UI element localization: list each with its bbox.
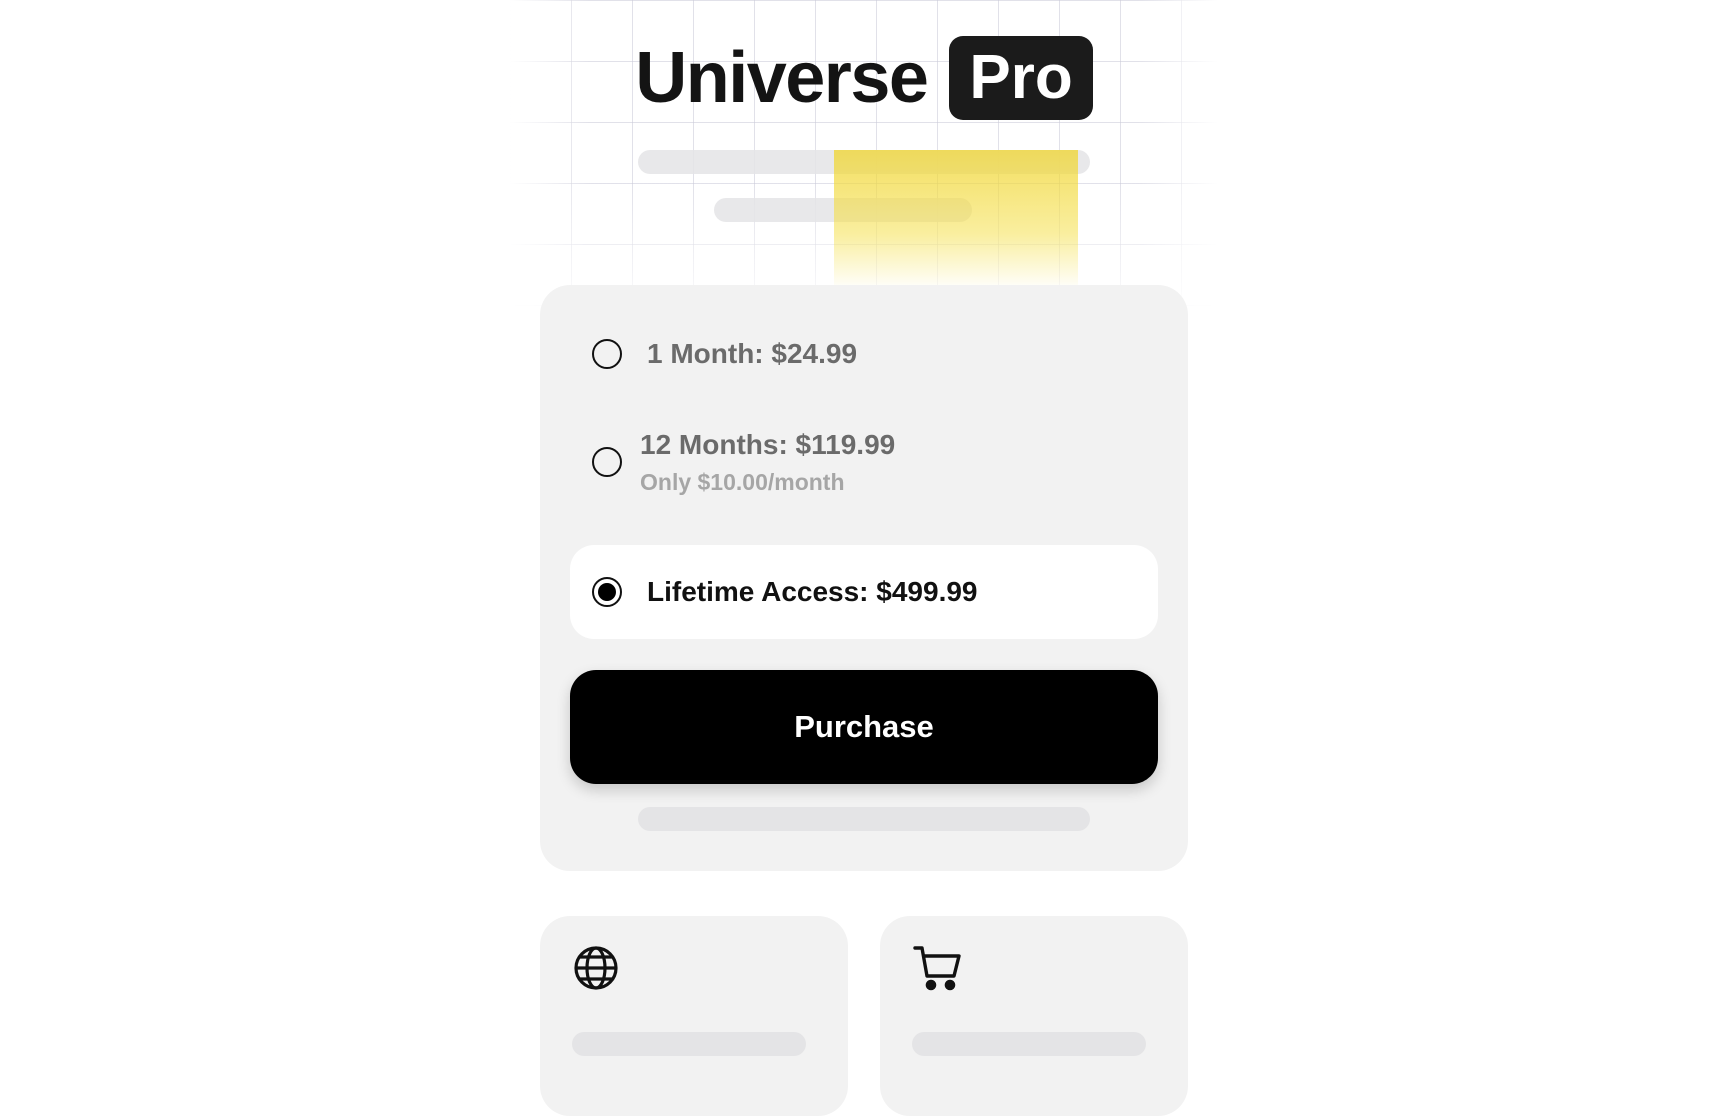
globe-icon (572, 944, 620, 992)
feature-placeholder-line (912, 1032, 1146, 1056)
title-text: Universe (635, 38, 929, 118)
paywall-screen: Universe Pro 1 Month: $24.99 12 Months: … (510, 0, 1218, 1116)
radio-button[interactable] (592, 447, 622, 477)
plan-label: 12 Months: $119.99 (640, 428, 896, 460)
radio-button-selected[interactable] (592, 577, 622, 607)
footnote-placeholder (638, 807, 1090, 831)
plan-option-monthly[interactable]: 1 Month: $24.99 (570, 307, 1158, 401)
plan-option-yearly[interactable]: 12 Months: $119.99 Only $10.00/month (570, 404, 1158, 520)
feature-card-cart[interactable] (880, 916, 1188, 1116)
page-title: Universe Pro (510, 36, 1218, 120)
feature-card-globe[interactable] (540, 916, 848, 1116)
plan-selection-card: 1 Month: $24.99 12 Months: $119.99 Only … (540, 285, 1188, 871)
plan-sublabel: Only $10.00/month (640, 468, 845, 495)
plan-option-text: 12 Months: $119.99 Only $10.00/month (640, 429, 895, 496)
radio-button[interactable] (592, 339, 622, 369)
plan-option-text: Lifetime Access: $499.99 (647, 576, 978, 608)
plan-label: 1 Month: $24.99 (647, 338, 858, 369)
plan-option-text: 1 Month: $24.99 (647, 338, 857, 370)
plan-option-lifetime[interactable]: Lifetime Access: $499.99 (570, 545, 1158, 639)
feature-placeholder-line (572, 1032, 806, 1056)
accent-highlight (834, 150, 1078, 290)
pro-badge: Pro (949, 36, 1093, 120)
plan-label: Lifetime Access: $499.99 (647, 576, 978, 607)
cart-icon (912, 944, 961, 992)
purchase-button[interactable]: Purchase (570, 670, 1158, 784)
